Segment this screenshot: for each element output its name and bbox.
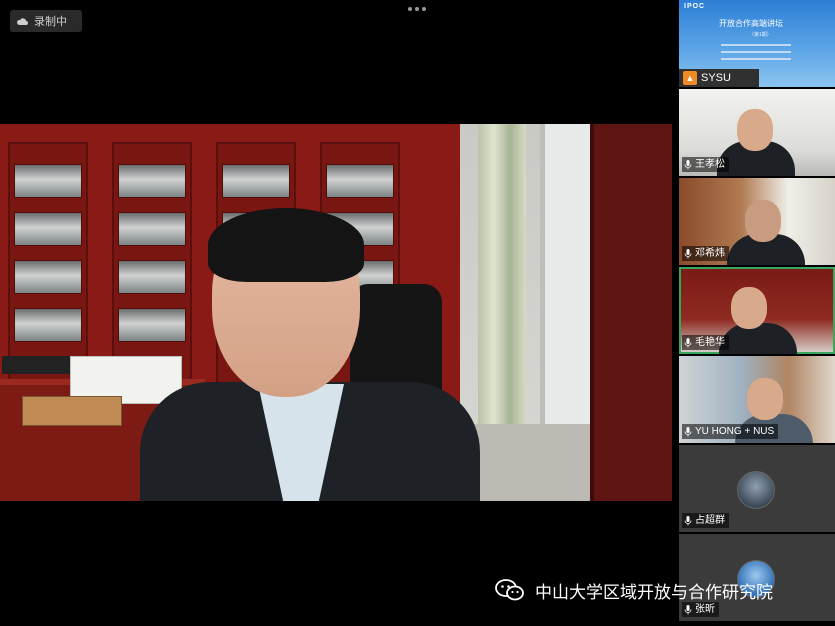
watermark-text: 中山大学区域开放与合作研究院 bbox=[535, 582, 773, 603]
curtain bbox=[478, 124, 526, 424]
recording-label: 录制中 bbox=[34, 16, 67, 28]
participant-tile[interactable]: YU HONG + NUS bbox=[679, 356, 835, 443]
mic-icon bbox=[684, 159, 692, 169]
slide-logo: IPOC bbox=[684, 3, 706, 10]
cloud-icon bbox=[16, 17, 28, 25]
watermark: 中山大学区域开放与合作研究院 bbox=[495, 577, 773, 603]
mic-icon bbox=[684, 515, 692, 525]
participant-name: 张昕 bbox=[682, 602, 719, 617]
mic-icon bbox=[684, 337, 692, 347]
participant-sidebar: IPOC 开放合作高端讲坛 （第1期） ▲ SYSU 王孝松 邓希炜 毛艳华 Y… bbox=[679, 0, 835, 626]
participant-name: 毛艳华 bbox=[682, 335, 729, 350]
cabinet bbox=[590, 124, 672, 501]
participant-name: 王孝松 bbox=[682, 157, 729, 172]
mic-icon bbox=[684, 426, 692, 436]
presenter-name: SYSU bbox=[701, 72, 731, 84]
slide-subtitle: （第1期） bbox=[749, 32, 772, 38]
more-icon[interactable] bbox=[405, 4, 429, 14]
speaker-person bbox=[140, 208, 480, 501]
recording-badge[interactable]: 录制中 bbox=[10, 10, 82, 32]
participant-name: YU HONG + NUS bbox=[682, 424, 779, 439]
wechat-icon bbox=[495, 579, 524, 601]
share-screen-icon: ▲ bbox=[683, 71, 697, 85]
folder bbox=[22, 396, 122, 426]
main-speaker-video[interactable] bbox=[0, 124, 672, 501]
shared-screen-tile[interactable]: IPOC 开放合作高端讲坛 （第1期） ▲ SYSU bbox=[679, 0, 835, 87]
participant-tile[interactable]: 邓希炜 bbox=[679, 178, 835, 265]
avatar bbox=[737, 471, 775, 509]
participant-name: 邓希炜 bbox=[682, 246, 729, 261]
participant-tile[interactable]: 占超群 bbox=[679, 445, 835, 532]
participant-name: 占超群 bbox=[682, 513, 729, 528]
presenter-bar: ▲ SYSU bbox=[679, 69, 759, 87]
slide-title: 开放合作高端讲坛 bbox=[719, 19, 783, 28]
participant-tile[interactable]: 王孝松 bbox=[679, 89, 835, 176]
participant-tile-active[interactable]: 毛艳华 bbox=[679, 267, 835, 354]
mic-icon bbox=[684, 604, 692, 614]
mic-icon bbox=[684, 248, 692, 258]
